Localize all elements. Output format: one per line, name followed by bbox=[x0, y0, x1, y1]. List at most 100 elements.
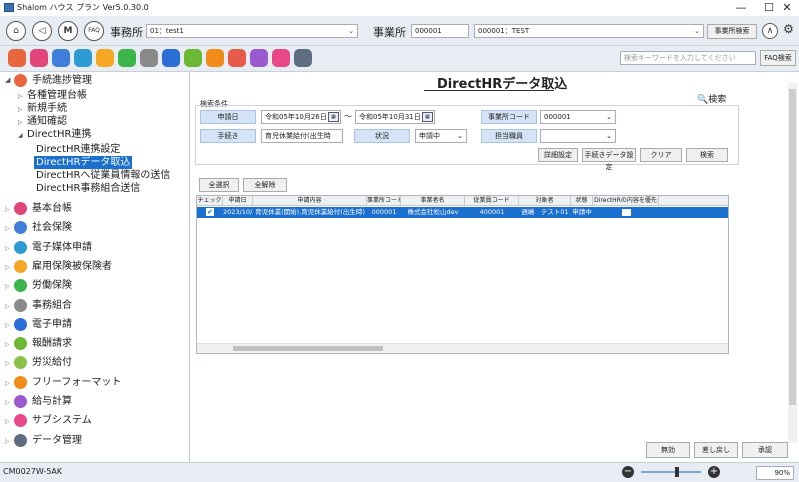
expand-arrow-icon[interactable]: ▷ bbox=[5, 319, 10, 332]
expand-arrow-icon[interactable]: ◢ bbox=[18, 129, 23, 142]
select-all-button[interactable]: 全選択 bbox=[199, 178, 239, 192]
expand-arrow-icon[interactable]: ▷ bbox=[5, 300, 10, 313]
people-icon[interactable] bbox=[96, 49, 114, 67]
m-icon[interactable]: M bbox=[58, 21, 78, 41]
sidebar-item-group[interactable]: フリーフォーマット bbox=[32, 376, 121, 389]
faq-search-button[interactable]: FAQ検索 bbox=[760, 50, 796, 66]
procedure-select[interactable]: 育児休業給付(出生時 bbox=[261, 129, 343, 143]
sidebar-item-directhr[interactable]: DirectHR事務組合送信 bbox=[36, 182, 140, 195]
sidebar-item-group[interactable]: 基本台帳 bbox=[32, 202, 72, 215]
business-search-button[interactable]: 事業所検索 bbox=[707, 24, 757, 39]
chart-icon[interactable] bbox=[184, 49, 202, 67]
office-code-select[interactable]: 000001 ⌄ bbox=[540, 110, 616, 124]
expand-arrow-icon[interactable]: ▷ bbox=[18, 116, 23, 129]
expand-arrow-icon[interactable]: ▷ bbox=[18, 103, 23, 116]
doc-icon[interactable] bbox=[206, 49, 224, 67]
sidebar-item-directhr[interactable]: DirectHRデータ取込 bbox=[34, 156, 133, 169]
expand-arrow-icon[interactable]: ▷ bbox=[5, 357, 10, 370]
business-code-input[interactable]: 000001 bbox=[411, 24, 469, 38]
zoom-out-icon[interactable]: − bbox=[622, 466, 634, 478]
sidebar-item-group[interactable]: サブシステム bbox=[32, 414, 92, 427]
sidebar-item-group[interactable]: 報酬請求 bbox=[32, 337, 72, 350]
table-row[interactable]: ✔ 2023/10/31育児休業(開始),育児休業給付(出生時) 000001 株式会… bbox=[197, 207, 728, 218]
column-header[interactable]: 事業所コード bbox=[367, 196, 401, 206]
collapse-arrow-icon[interactable]: ◢ bbox=[5, 74, 10, 87]
procedure-data-settings-button[interactable]: 手続きデータ設定 bbox=[582, 148, 636, 171]
horizontal-scrollbar[interactable] bbox=[197, 343, 728, 353]
expand-arrow-icon[interactable]: ▷ bbox=[5, 222, 10, 235]
office-select[interactable]: 01：test1 ⌄ bbox=[146, 24, 358, 38]
minimize-button[interactable]: — bbox=[726, 0, 756, 16]
pen-icon[interactable] bbox=[250, 49, 268, 67]
expand-arrow-icon[interactable]: ▷ bbox=[5, 203, 10, 216]
priority-checkbox[interactable] bbox=[621, 209, 631, 216]
scrollbar-thumb[interactable] bbox=[233, 346, 383, 351]
page-icon[interactable] bbox=[8, 49, 26, 67]
expand-arrow-icon[interactable]: ▷ bbox=[5, 261, 10, 274]
search-icon[interactable] bbox=[74, 49, 92, 67]
sidebar-item-sub[interactable]: 通知確認 bbox=[27, 115, 67, 128]
sidebar-item-group[interactable]: データ管理 bbox=[32, 434, 82, 447]
keyword-search-input[interactable]: 検索キーワードを入力してください bbox=[620, 51, 756, 65]
column-header[interactable]: DirectHRの内容を優先 bbox=[593, 196, 659, 206]
settings-gear-icon[interactable]: ⚙ bbox=[780, 22, 797, 39]
sidebar-item-progress[interactable]: 手続進捗管理 bbox=[32, 74, 92, 87]
back-icon[interactable]: ◁ bbox=[32, 21, 52, 41]
faq-icon[interactable]: FAQ bbox=[84, 21, 104, 41]
search-toggle[interactable]: 🔍検索 bbox=[697, 92, 726, 105]
camera-icon[interactable] bbox=[294, 49, 312, 67]
search-button[interactable]: 検索 bbox=[686, 148, 728, 162]
invalid-button[interactable]: 無効 bbox=[646, 442, 690, 458]
calendar-icon[interactable]: ▦ bbox=[422, 112, 433, 122]
sidebar-item-group[interactable]: 労災給付 bbox=[32, 356, 72, 369]
date-from-input[interactable]: 令和05年10月26日 ▦ bbox=[261, 110, 341, 124]
column-header[interactable]: 申請日 bbox=[223, 196, 253, 206]
calendar-icon[interactable]: ▦ bbox=[328, 112, 339, 122]
column-header[interactable]: チェック bbox=[197, 196, 223, 206]
expand-arrow-icon[interactable]: ▷ bbox=[5, 415, 10, 428]
sidebar-item-sub[interactable]: 新規手続 bbox=[27, 102, 67, 115]
status-select[interactable]: 申請中 ⌄ bbox=[415, 129, 467, 143]
date-to-input[interactable]: 令和05年10月31日 ▦ bbox=[355, 110, 435, 124]
cloud-icon[interactable] bbox=[52, 49, 70, 67]
vscroll-thumb[interactable] bbox=[789, 89, 796, 405]
sidebar-item-group[interactable]: 給与計算 bbox=[32, 395, 72, 408]
expand-arrow-icon[interactable]: ▷ bbox=[18, 90, 23, 103]
column-header[interactable]: 従業員コード bbox=[465, 196, 519, 206]
expand-arrow-icon[interactable]: ▷ bbox=[5, 242, 10, 255]
sidebar-item-directhr[interactable]: DirectHR連携設定 bbox=[36, 143, 120, 156]
person-icon[interactable] bbox=[118, 49, 136, 67]
deselect-all-button[interactable]: 全解除 bbox=[243, 178, 287, 192]
sidebar-item-group[interactable]: 労働保険 bbox=[32, 279, 72, 292]
sidebar-item-sub[interactable]: 各種管理台帳 bbox=[27, 89, 87, 102]
list-icon[interactable] bbox=[228, 49, 246, 67]
approve-button[interactable]: 承認 bbox=[742, 442, 788, 458]
return-button[interactable]: 差し戻し bbox=[694, 442, 738, 458]
detail-settings-button[interactable]: 詳細設定 bbox=[538, 148, 578, 162]
column-header[interactable]: 状態 bbox=[571, 196, 593, 206]
zoom-slider[interactable] bbox=[641, 471, 701, 473]
staff-select[interactable]: ⌄ bbox=[540, 129, 616, 143]
zoom-level[interactable]: 90% bbox=[756, 466, 794, 480]
sidebar-item-sub[interactable]: DirectHR連携 bbox=[27, 128, 91, 141]
expand-arrow-icon[interactable]: ▷ bbox=[5, 280, 10, 293]
zoom-in-icon[interactable]: + bbox=[708, 466, 720, 478]
sidebar-item-group[interactable]: 電子申請 bbox=[32, 318, 72, 331]
paper-icon[interactable] bbox=[272, 49, 290, 67]
column-header[interactable]: 対象者 bbox=[519, 196, 571, 206]
expand-arrow-icon[interactable]: ▷ bbox=[5, 338, 10, 351]
sidebar-item-group[interactable]: 事務組合 bbox=[32, 299, 72, 312]
clear-button[interactable]: クリア bbox=[640, 148, 682, 162]
business-select[interactable]: 000001：TEST ⌄ bbox=[474, 24, 704, 38]
expand-arrow-icon[interactable]: ▷ bbox=[5, 435, 10, 448]
sidebar-item-group[interactable]: 電子媒体申請 bbox=[32, 241, 92, 254]
column-header[interactable]: 事業者名 bbox=[401, 196, 465, 206]
building-icon[interactable] bbox=[140, 49, 158, 67]
expand-arrow-icon[interactable]: ▷ bbox=[5, 377, 10, 390]
edit-icon[interactable] bbox=[30, 49, 48, 67]
close-button[interactable]: ✕ bbox=[772, 0, 799, 16]
sidebar-item-directhr[interactable]: DirectHRへ従業員情報の送信 bbox=[36, 169, 170, 182]
collapse-icon[interactable]: ∧ bbox=[762, 23, 778, 39]
home-icon[interactable]: ⌂ bbox=[6, 21, 26, 41]
vertical-scrollbar[interactable] bbox=[788, 83, 797, 443]
